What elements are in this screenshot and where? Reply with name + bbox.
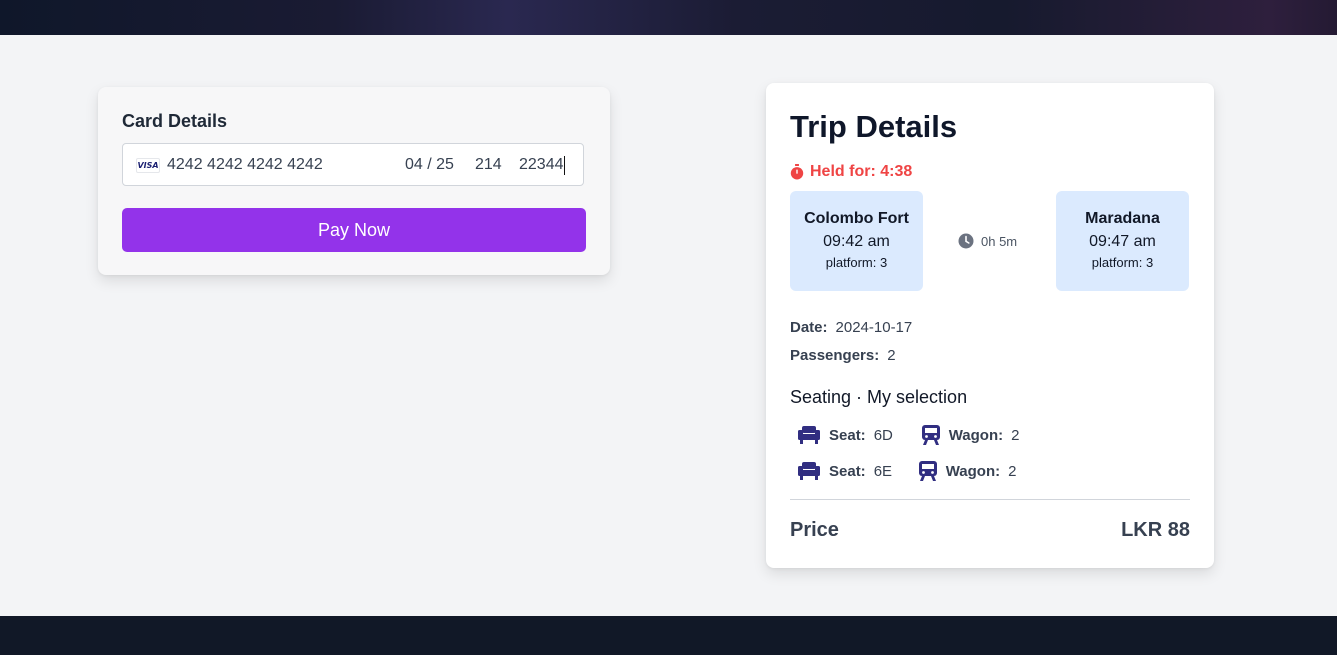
train-icon	[918, 461, 937, 481]
date-label: Date:	[790, 319, 828, 336]
footer-bar	[0, 616, 1337, 655]
wagon-value: 2	[1008, 462, 1017, 480]
pay-now-button[interactable]: Pay Now	[122, 208, 586, 252]
passengers-label: Passengers:	[790, 347, 880, 364]
departure-station-name: Colombo Fort	[804, 210, 909, 227]
visa-icon: VISA	[136, 158, 160, 173]
price-divider	[790, 499, 1190, 500]
departure-time: 09:42 am	[823, 233, 890, 250]
trip-details-card: Trip Details Held for: 4:38 Colombo Fort…	[766, 83, 1214, 568]
clock-icon	[958, 233, 974, 249]
payment-card: Card Details VISA 4242 4242 4242 4242 04…	[98, 87, 610, 275]
card-cvc-input[interactable]: 214	[475, 156, 502, 174]
seat-row: Seat: 6D Wagon: 2	[798, 423, 1019, 447]
wagon-label: Wagon:	[945, 462, 1001, 480]
seat-value: 6E	[873, 462, 893, 480]
departure-platform: platform: 3	[825, 255, 888, 270]
held-for-text: Held for: 4:38	[810, 163, 913, 180]
arrival-station-box: Maradana 09:47 am platform: 3	[1056, 191, 1189, 291]
duration-text: 0h 5m	[981, 233, 1018, 249]
card-details-label: Card Details	[122, 111, 228, 131]
seat-label: Seat:	[829, 462, 866, 480]
passengers-value: 2	[887, 347, 896, 364]
arrival-station-name: Maradana	[1085, 210, 1160, 227]
arrival-platform: platform: 3	[1091, 255, 1154, 270]
departure-station-box: Colombo Fort 09:42 am platform: 3	[790, 191, 923, 291]
seat-label: Seat:	[829, 426, 866, 444]
text-caret	[564, 156, 565, 175]
stopwatch-icon	[790, 164, 804, 180]
top-header-bar	[0, 0, 1337, 35]
wagon-value: 2	[1011, 426, 1020, 444]
armchair-icon	[798, 462, 820, 480]
trip-duration: 0h 5m	[958, 233, 1017, 249]
passengers-row: Passengers: 2	[790, 347, 896, 364]
date-row: Date: 2024-10-17	[790, 319, 912, 336]
price-label: Price	[790, 519, 839, 541]
trip-details-title: Trip Details	[790, 109, 958, 144]
arrival-time: 09:47 am	[1089, 233, 1156, 250]
seat-value: 6D	[873, 426, 893, 444]
seat-row: Seat: 6E Wagon: 2	[798, 459, 1016, 483]
card-input-field[interactable]: VISA 4242 4242 4242 4242 04 / 25 214 223…	[122, 143, 584, 186]
card-expiry-input[interactable]: 04 / 25	[405, 156, 454, 174]
card-zip-input[interactable]: 22344	[519, 156, 564, 174]
held-timer: Held for: 4:38	[790, 162, 912, 182]
card-number-input[interactable]: 4242 4242 4242 4242	[167, 156, 323, 174]
wagon-label: Wagon:	[948, 426, 1004, 444]
date-value: 2024-10-17	[835, 319, 913, 336]
train-icon	[921, 425, 940, 445]
price-value: LKR 88	[1121, 519, 1190, 541]
seating-title: Seating · My selection	[790, 387, 968, 407]
armchair-icon	[798, 426, 820, 444]
